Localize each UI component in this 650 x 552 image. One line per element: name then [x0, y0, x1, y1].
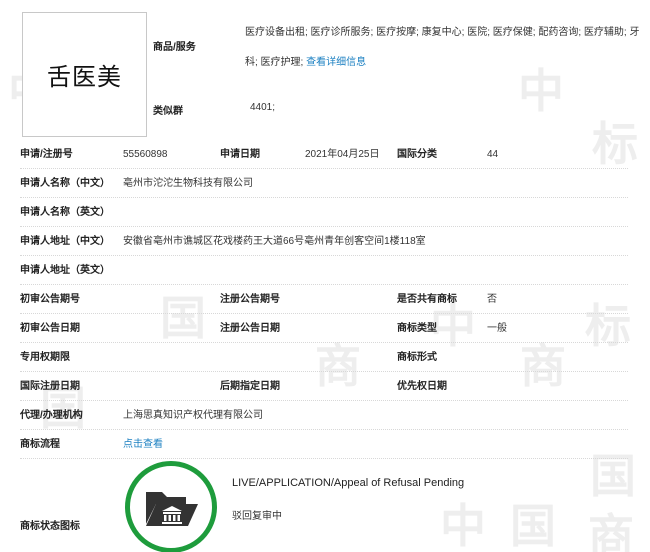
mark-type-value: 一般	[487, 323, 507, 334]
prelim-pub-no-label: 初审公告期号	[20, 294, 80, 305]
agent-value: 上海思真知识产权代理有限公司	[123, 410, 263, 421]
trademark-logo-text: 舌医美	[47, 63, 122, 91]
info-row: 申请人名称（英文）	[20, 198, 628, 227]
later-date-label: 后期指定日期	[220, 381, 280, 392]
view-process-link[interactable]: 点击查看	[123, 430, 163, 459]
status-row: 商标状态图标 LIVE/APPLICATION/Appeal of Refusa…	[20, 459, 628, 552]
agent-label: 代理/办理机构	[20, 410, 83, 421]
info-row: 申请/注册号 55560898 申请日期 2021年04月25日 国际分类 44	[20, 140, 628, 169]
goods-services-text: 医疗设备出租; 医疗诊所服务; 医疗按摩; 康复中心; 医院; 医疗保健; 配药…	[245, 27, 640, 68]
address-cn-value: 安徽省亳州市谯城区花戏楼药王大道66号亳州青年创客空间1楼118室	[123, 236, 426, 247]
intl-reg-date-label: 国际注册日期	[20, 381, 80, 392]
folder-courthouse-icon	[146, 492, 198, 526]
info-table: 申请/注册号 55560898 申请日期 2021年04月25日 国际分类 44…	[20, 140, 628, 552]
trademark-detail-page: 舌医美 商品/服务 医疗设备出租; 医疗诊所服务; 医疗按摩; 康复中心; 医院…	[0, 0, 650, 552]
status-text-en: LIVE/APPLICATION/Appeal of Refusal Pendi…	[232, 477, 465, 489]
info-row: 代理/办理机构 上海思真知识产权代理有限公司	[20, 401, 628, 430]
shared-mark-value: 否	[487, 294, 497, 305]
app-date-label: 申请日期	[220, 149, 260, 160]
mark-form-label: 商标形式	[397, 352, 437, 363]
app-date-value: 2021年04月25日	[305, 149, 380, 160]
similar-group-value: 4401;	[250, 102, 276, 113]
info-row: 初审公告日期 注册公告日期 商标类型 一般	[20, 314, 628, 343]
info-row: 申请人地址（中文） 安徽省亳州市谯城区花戏楼药王大道66号亳州青年创客空间1楼1…	[20, 227, 628, 256]
status-text-cn: 驳回复审中	[232, 511, 282, 522]
reg-no-label: 申请/注册号	[20, 149, 73, 160]
priority-date-label: 优先权日期	[397, 381, 447, 392]
info-row: 国际注册日期 后期指定日期 优先权日期	[20, 372, 628, 401]
intl-class-value: 44	[487, 149, 499, 160]
applicant-en-label: 申请人名称（英文）	[20, 207, 110, 218]
shared-mark-label: 是否共有商标	[397, 294, 457, 305]
applicant-cn-label: 申请人名称（中文）	[20, 178, 110, 189]
applicant-cn-value: 亳州市沱沱生物科技有限公司	[123, 178, 253, 189]
view-details-link[interactable]: 查看详细信息	[306, 57, 366, 68]
address-en-label: 申请人地址（英文）	[20, 265, 110, 276]
goods-services-label: 商品/服务	[153, 42, 196, 53]
address-cn-label: 申请人地址（中文）	[20, 236, 110, 247]
info-row: 初审公告期号 注册公告期号 是否共有商标 否	[20, 285, 628, 314]
process-label: 商标流程	[20, 439, 60, 450]
info-row: 申请人名称（中文） 亳州市沱沱生物科技有限公司	[20, 169, 628, 198]
info-row: 申请人地址（英文）	[20, 256, 628, 285]
status-badge	[125, 461, 217, 552]
intl-class-label: 国际分类	[397, 149, 437, 160]
reg-no-value: 55560898	[123, 149, 168, 160]
trademark-image: 舌医美	[22, 12, 147, 137]
prelim-pub-date-label: 初审公告日期	[20, 323, 80, 334]
reg-pub-no-label: 注册公告期号	[220, 294, 280, 305]
info-row: 专用权期限 商标形式	[20, 343, 628, 372]
mark-type-label: 商标类型	[397, 323, 437, 334]
info-row: 商标流程 点击查看	[20, 430, 628, 459]
exclusive-period-label: 专用权期限	[20, 352, 70, 363]
goods-services-value: 医疗设备出租; 医疗诊所服务; 医疗按摩; 康复中心; 医院; 医疗保健; 配药…	[245, 18, 640, 78]
reg-pub-date-label: 注册公告日期	[220, 323, 280, 334]
similar-group-label: 类似群	[153, 106, 183, 117]
status-icon-label: 商标状态图标	[20, 521, 80, 532]
